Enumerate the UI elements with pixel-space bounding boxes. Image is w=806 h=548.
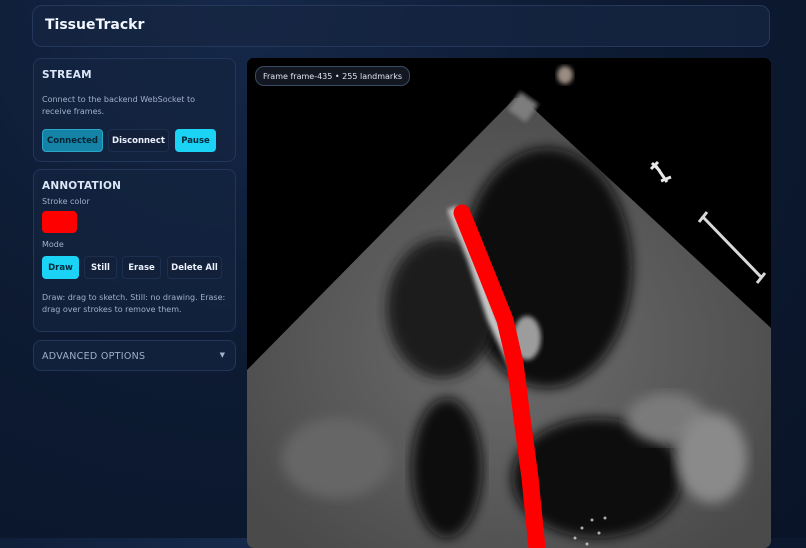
erase-mode-button[interactable]: Erase <box>122 256 161 279</box>
mode-help-text: Draw: drag to sketch. Still: no drawing.… <box>42 293 226 314</box>
stroke-color-label: Stroke color <box>42 197 90 206</box>
still-mode-button[interactable]: Still <box>84 256 117 279</box>
frame-info-badge: Frame frame-435 • 255 landmarks <box>255 66 411 86</box>
delete-all-button[interactable]: Delete All <box>167 256 222 279</box>
connected-button[interactable]: Connected <box>42 129 103 152</box>
mode-label: Mode <box>42 240 64 249</box>
annotation-title: ANNOTATION <box>42 180 122 192</box>
stream-title: STREAM <box>42 69 92 81</box>
advanced-options-toggle[interactable]: ADVANCED OPTIONS ▼ <box>33 340 236 371</box>
stroke-color-swatch[interactable] <box>42 211 77 233</box>
app-header: TissueTrackr <box>32 5 770 47</box>
pause-button[interactable]: Pause <box>175 129 216 152</box>
stream-description: Connect to the backend WebSocket to rece… <box>42 95 195 116</box>
stream-panel: STREAM Connect to the backend WebSocket … <box>33 58 236 162</box>
annotation-panel: ANNOTATION Stroke color Mode Draw Still … <box>33 169 236 332</box>
ultrasound-frame[interactable] <box>247 58 771 548</box>
chevron-down-icon: ▼ <box>219 351 225 359</box>
app-title: TissueTrackr <box>45 17 145 33</box>
advanced-options-label: ADVANCED OPTIONS <box>42 351 146 362</box>
draw-mode-button[interactable]: Draw <box>42 256 79 279</box>
disconnect-button[interactable]: Disconnect <box>108 129 169 152</box>
frame-viewer[interactable]: Frame frame-435 • 255 landmarks <box>247 58 771 548</box>
